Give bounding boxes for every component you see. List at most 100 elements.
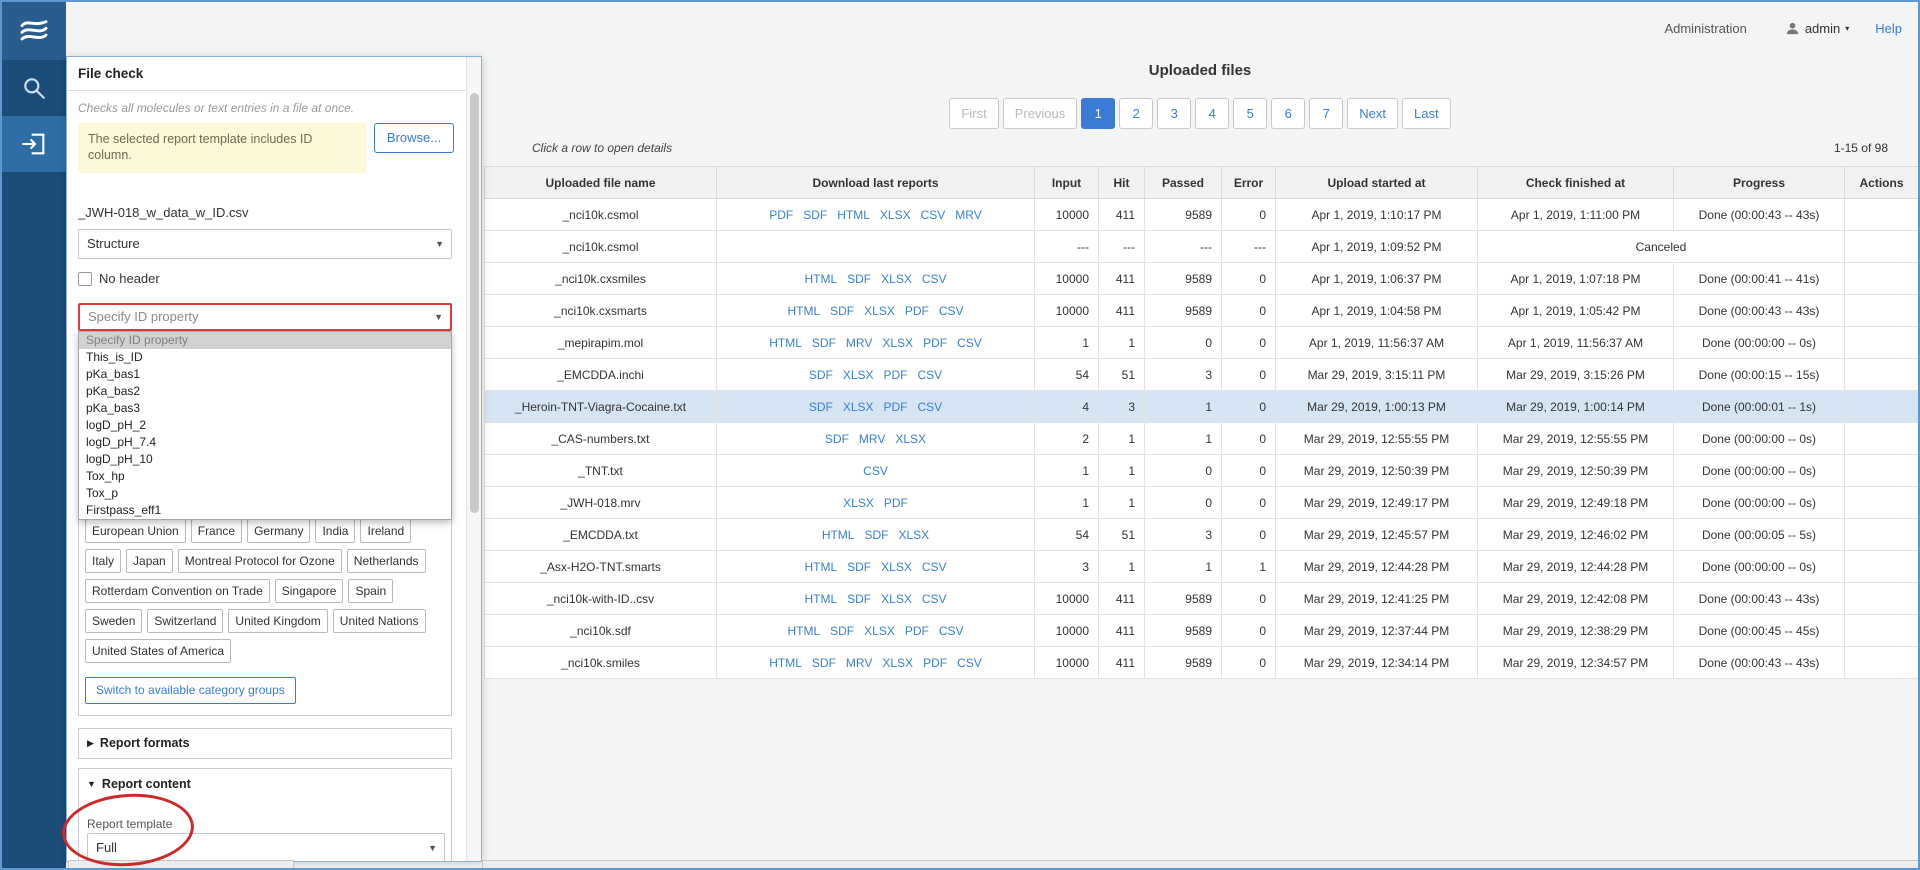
download-link-html[interactable]: HTML [769, 656, 802, 670]
download-link-mrv[interactable]: MRV [846, 336, 872, 350]
download-link-csv[interactable]: CSV [922, 560, 947, 574]
category-chip-european-union[interactable]: European Union [85, 519, 186, 543]
download-link-xlsx[interactable]: XLSX [882, 656, 913, 670]
download-link-sdf[interactable]: SDF [864, 528, 888, 542]
table-row[interactable]: _CAS-numbers.txtSDFMRVXLSX2110Mar 29, 20… [485, 423, 1919, 455]
download-link-sdf[interactable]: SDF [830, 304, 854, 318]
id-option-tox-p[interactable]: Tox_p [79, 485, 451, 502]
download-link-mrv[interactable]: MRV [955, 208, 981, 222]
download-link-html[interactable]: HTML [837, 208, 870, 222]
page-button-5[interactable]: 5 [1233, 98, 1267, 129]
download-link-html[interactable]: HTML [804, 272, 837, 286]
id-option-logd-ph-10[interactable]: logD_pH_10 [79, 451, 451, 468]
page-button-7[interactable]: 7 [1309, 98, 1343, 129]
download-link-xlsx[interactable]: XLSX [843, 400, 874, 414]
download-link-sdf[interactable]: SDF [809, 400, 833, 414]
page-button-1[interactable]: 1 [1081, 98, 1115, 129]
category-chip-rotterdam-convention-on-trade[interactable]: Rotterdam Convention on Trade [85, 579, 270, 603]
download-link-pdf[interactable]: PDF [884, 400, 908, 414]
id-option-pka-bas2[interactable]: pKa_bas2 [79, 383, 451, 400]
table-row[interactable]: _nci10k.cxsmartsHTMLSDFXLSXPDFCSV1000041… [485, 295, 1919, 327]
category-chip-montreal-protocol-for-ozone[interactable]: Montreal Protocol for Ozone [178, 549, 342, 573]
table-row[interactable]: _Heroin-TNT-Viagra-Cocaine.txtSDFXLSXPDF… [485, 391, 1919, 423]
table-row[interactable]: _Asx-H2O-TNT.smartsHTMLSDFXLSXCSV3111Mar… [485, 551, 1919, 583]
download-link-pdf[interactable]: PDF [923, 656, 947, 670]
download-link-sdf[interactable]: SDF [812, 656, 836, 670]
download-link-html[interactable]: HTML [804, 560, 837, 574]
download-link-pdf[interactable]: PDF [923, 336, 947, 350]
download-link-sdf[interactable]: SDF [809, 368, 833, 382]
report-formats-section[interactable]: ▶Report formats [78, 728, 452, 759]
table-row[interactable]: _nci10k-with-ID..csvHTMLSDFXLSXCSV100004… [485, 583, 1919, 615]
category-chip-spain[interactable]: Spain [348, 579, 393, 603]
download-link-html[interactable]: HTML [787, 624, 820, 638]
category-chip-italy[interactable]: Italy [85, 549, 121, 573]
category-chip-india[interactable]: India [315, 519, 355, 543]
download-link-csv[interactable]: CSV [939, 624, 964, 638]
download-link-csv[interactable]: CSV [918, 400, 943, 414]
page-button-last[interactable]: Last [1402, 98, 1451, 129]
download-link-xlsx[interactable]: XLSX [895, 432, 926, 446]
table-row[interactable]: _nci10k.smilesHTMLSDFMRVXLSXPDFCSV100004… [485, 647, 1919, 679]
download-link-xlsx[interactable]: XLSX [880, 208, 911, 222]
category-chip-ireland[interactable]: Ireland [360, 519, 411, 543]
download-link-xlsx[interactable]: XLSX [864, 304, 895, 318]
download-link-pdf[interactable]: PDF [905, 304, 929, 318]
download-link-pdf[interactable]: PDF [884, 496, 908, 510]
file-check-nav-item[interactable] [2, 116, 66, 172]
download-link-xlsx[interactable]: XLSX [843, 368, 874, 382]
id-option-tox-hp[interactable]: Tox_hp [79, 468, 451, 485]
download-link-xlsx[interactable]: XLSX [881, 592, 912, 606]
download-link-html[interactable]: HTML [804, 592, 837, 606]
download-link-html[interactable]: HTML [822, 528, 855, 542]
search-nav-item[interactable] [2, 60, 66, 116]
panel-scrollbar[interactable] [466, 57, 481, 861]
id-option-pka-bas1[interactable]: pKa_bas1 [79, 366, 451, 383]
browse-button[interactable]: Browse... [374, 123, 454, 153]
id-property-select[interactable]: Specify ID property ▼ [78, 303, 452, 331]
download-link-sdf[interactable]: SDF [812, 336, 836, 350]
download-link-sdf[interactable]: SDF [847, 272, 871, 286]
download-link-mrv[interactable]: MRV [859, 432, 885, 446]
download-link-xlsx[interactable]: XLSX [898, 528, 929, 542]
download-link-sdf[interactable]: SDF [847, 560, 871, 574]
report-content-header[interactable]: ▼Report content [87, 777, 191, 791]
download-link-html[interactable]: HTML [787, 304, 820, 318]
category-chip-singapore[interactable]: Singapore [275, 579, 344, 603]
id-option-logd-ph-2[interactable]: logD_pH_2 [79, 417, 451, 434]
download-link-csv[interactable]: CSV [957, 336, 982, 350]
download-link-csv[interactable]: CSV [939, 304, 964, 318]
input-type-select[interactable]: Structure ▼ [78, 229, 452, 259]
report-template-select[interactable]: Full ▼ [87, 833, 445, 862]
scrollbar-thumb[interactable] [470, 93, 479, 513]
table-row[interactable]: _nci10k.sdfHTMLSDFXLSXPDFCSV100004119589… [485, 615, 1919, 647]
table-row[interactable]: _EMCDDA.inchiSDFXLSXPDFCSV545130Mar 29, … [485, 359, 1919, 391]
table-row[interactable]: _nci10k.cxsmilesHTMLSDFXLSXCSV1000041195… [485, 263, 1919, 295]
page-button-6[interactable]: 6 [1271, 98, 1305, 129]
id-option-this-is-id[interactable]: This_is_ID [79, 349, 451, 366]
download-link-csv[interactable]: CSV [922, 272, 947, 286]
download-link-sdf[interactable]: SDF [830, 624, 854, 638]
download-link-csv[interactable]: CSV [863, 464, 888, 478]
download-link-pdf[interactable]: PDF [905, 624, 929, 638]
page-button-3[interactable]: 3 [1157, 98, 1191, 129]
page-button-4[interactable]: 4 [1195, 98, 1229, 129]
download-link-csv[interactable]: CSV [922, 592, 947, 606]
download-link-pdf[interactable]: PDF [884, 368, 908, 382]
id-option-firstpass-eff1[interactable]: Firstpass_eff1 [79, 502, 451, 519]
download-link-xlsx[interactable]: XLSX [843, 496, 874, 510]
download-link-sdf[interactable]: SDF [803, 208, 827, 222]
category-chip-france[interactable]: France [191, 519, 242, 543]
download-link-mrv[interactable]: MRV [846, 656, 872, 670]
id-option-specify-id-property[interactable]: Specify ID property [79, 332, 451, 349]
page-button-next[interactable]: Next [1347, 98, 1398, 129]
download-link-csv[interactable]: CSV [957, 656, 982, 670]
category-chip-sweden[interactable]: Sweden [85, 609, 142, 633]
table-row[interactable]: _TNT.txtCSV1100Mar 29, 2019, 12:50:39 PM… [485, 455, 1919, 487]
id-option-logd-ph-7-4[interactable]: logD_pH_7.4 [79, 434, 451, 451]
id-option-pka-bas3[interactable]: pKa_bas3 [79, 400, 451, 417]
download-link-pdf[interactable]: PDF [769, 208, 793, 222]
download-link-xlsx[interactable]: XLSX [881, 272, 912, 286]
category-chip-united-nations[interactable]: United Nations [333, 609, 426, 633]
download-link-sdf[interactable]: SDF [825, 432, 849, 446]
